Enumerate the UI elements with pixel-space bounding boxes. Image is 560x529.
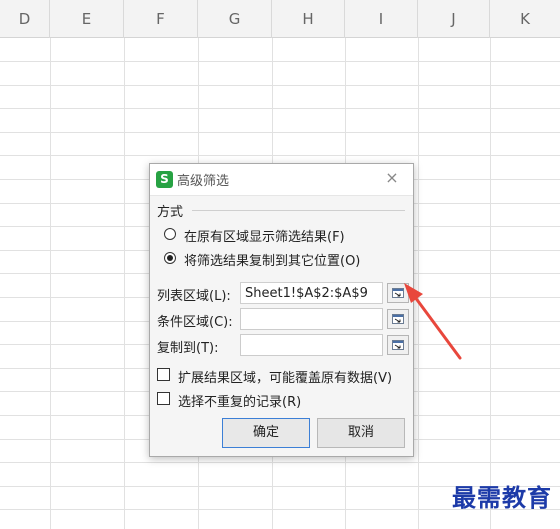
grid-column-line xyxy=(124,38,125,529)
grid-column-line xyxy=(50,38,51,529)
copy-to-input[interactable] xyxy=(240,334,383,356)
column-header-i[interactable]: I xyxy=(345,0,418,38)
grid-row-line xyxy=(0,108,560,109)
expand-result-label: 扩展结果区域，可能覆盖原有数据(V) xyxy=(178,371,393,386)
grid-column-line xyxy=(418,38,419,529)
grid-row-line xyxy=(0,85,560,86)
unique-records-checkbox[interactable] xyxy=(157,392,170,405)
grid-row-line xyxy=(0,61,560,62)
column-header-g[interactable]: G xyxy=(198,0,272,38)
column-header-d[interactable]: D xyxy=(0,0,50,38)
criteria-range-picker-button[interactable] xyxy=(387,309,409,329)
radio-button-selected[interactable] xyxy=(164,252,176,264)
wps-logo-icon: S xyxy=(156,171,173,188)
cancel-button[interactable]: 取消 xyxy=(317,418,405,448)
copy-to-label: 复制到(T): xyxy=(157,341,219,356)
grid-row-line xyxy=(0,155,560,156)
unique-records-label: 选择不重复的记录(R) xyxy=(178,395,302,410)
dialog-title: 高级筛选 xyxy=(177,174,230,189)
grid-column-line xyxy=(490,38,491,529)
grid-row-line xyxy=(0,462,560,463)
radio-label: 将筛选结果复制到其它位置(O) xyxy=(184,254,361,269)
column-header-j[interactable]: J xyxy=(418,0,490,38)
list-range-label: 列表区域(L): xyxy=(157,289,231,304)
criteria-range-input[interactable] xyxy=(240,308,383,330)
watermark-text: 最需教育 xyxy=(452,483,552,512)
range-picker-icon xyxy=(392,340,404,350)
column-header-k[interactable]: K xyxy=(490,0,560,38)
column-header-f[interactable]: F xyxy=(124,0,198,38)
radio-label: 在原有区域显示筛选结果(F) xyxy=(184,230,345,245)
method-group-label: 方式 xyxy=(157,205,184,220)
column-header-bar: D E F G H I J K xyxy=(0,0,560,38)
range-picker-icon xyxy=(392,314,404,324)
criteria-range-label: 条件区域(C): xyxy=(157,315,233,330)
ok-button[interactable]: 确定 xyxy=(222,418,310,448)
list-range-picker-button[interactable] xyxy=(387,283,409,303)
column-header-h[interactable]: H xyxy=(272,0,345,38)
range-picker-icon xyxy=(392,288,404,298)
close-button[interactable]: × xyxy=(383,169,401,187)
expand-result-checkbox[interactable] xyxy=(157,368,170,381)
copy-to-picker-button[interactable] xyxy=(387,335,409,355)
group-divider xyxy=(192,210,405,211)
column-header-e[interactable]: E xyxy=(50,0,124,38)
list-range-input[interactable] xyxy=(240,282,383,304)
grid-row-line xyxy=(0,132,560,133)
advanced-filter-dialog: S 高级筛选 × 方式 在原有区域显示筛选结果(F) 将筛选结果复制到其它位置(… xyxy=(149,163,414,457)
dialog-titlebar[interactable]: S 高级筛选 × xyxy=(150,164,413,196)
radio-button[interactable] xyxy=(164,228,176,240)
